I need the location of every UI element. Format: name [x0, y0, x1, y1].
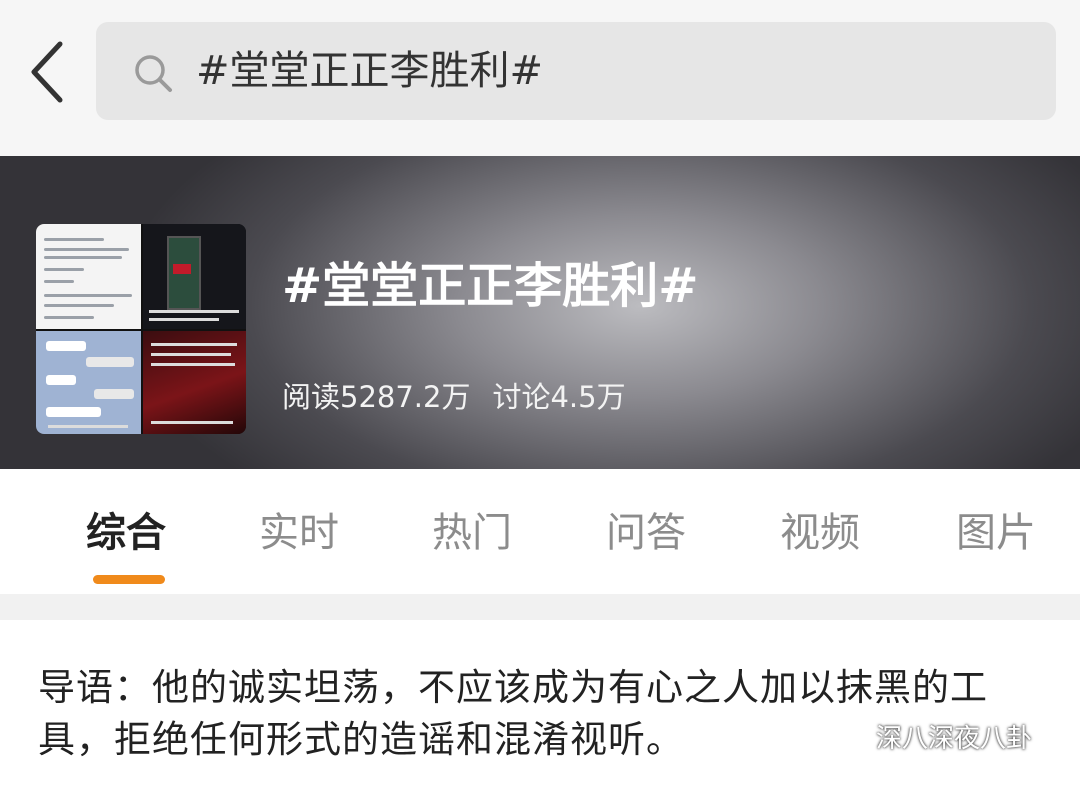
thumbnail-chat-screenshot	[36, 224, 141, 329]
thumbnail-statement-image	[143, 331, 246, 434]
search-input[interactable]: #堂堂正正李胜利#	[96, 22, 1056, 120]
topic-thumbnail[interactable]	[36, 224, 246, 434]
tab-hot[interactable]: 热门	[432, 507, 512, 559]
thumbnail-phone-photo	[143, 224, 246, 329]
search-icon	[135, 55, 172, 92]
read-count: 阅读5287.2万	[282, 380, 471, 414]
thumbnail-message-screenshot	[36, 331, 141, 434]
topic-banner: #堂堂正正李胜利# 阅读5287.2万 讨论4.5万	[0, 156, 1080, 469]
watermark: 深八深夜八卦	[836, 718, 1032, 755]
tab-qa[interactable]: 问答	[606, 507, 686, 559]
active-tab-indicator	[93, 575, 165, 584]
back-button[interactable]	[22, 32, 82, 112]
discussion-count: 讨论4.5万	[492, 380, 626, 414]
tab-bar: 综合 实时 热门 问答 视频 图片	[0, 469, 1080, 594]
section-divider	[0, 594, 1080, 620]
tab-realtime[interactable]: 实时	[259, 507, 339, 559]
topic-title: #堂堂正正李胜利#	[282, 258, 699, 314]
chevron-left-icon	[31, 41, 63, 103]
wechat-icon	[837, 727, 868, 751]
tab-comprehensive[interactable]: 综合	[86, 507, 166, 559]
topic-stats: 阅读5287.2万 讨论4.5万	[282, 374, 648, 416]
search-query[interactable]: #堂堂正正李胜利#	[196, 44, 543, 98]
tab-video[interactable]: 视频	[780, 507, 860, 559]
watermark-text: 深八深夜八卦	[876, 724, 1033, 754]
search-header: #堂堂正正李胜利#	[0, 0, 1080, 156]
tab-images[interactable]: 图片	[956, 507, 1036, 559]
